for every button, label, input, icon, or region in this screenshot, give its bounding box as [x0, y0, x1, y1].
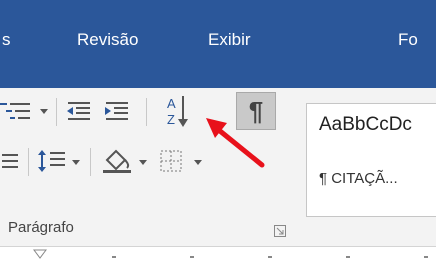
borders-button[interactable] — [154, 146, 190, 176]
justify-button[interactable] — [0, 148, 22, 176]
multilevel-list-dropdown-arrow[interactable] — [40, 109, 48, 114]
separator — [28, 148, 29, 176]
ribbon-tab-bar: s Revisão Exibir Fo — [0, 0, 436, 88]
multilevel-list-button[interactable] — [0, 97, 40, 125]
style-preview-sample: AaBbCcDc — [319, 114, 412, 135]
tab-partial-right[interactable]: Fo — [398, 30, 418, 50]
line-spacing-button[interactable] — [36, 146, 68, 176]
tab-revisao[interactable]: Revisão — [77, 30, 138, 50]
paint-bucket-icon — [103, 149, 131, 173]
tab-partial-left[interactable]: s — [2, 30, 11, 50]
red-pointer-arrow — [206, 118, 265, 168]
dialog-launcher-icon[interactable] — [274, 225, 286, 237]
decrease-indent-icon — [67, 102, 90, 120]
separator — [146, 98, 147, 126]
group-label-paragrafo: Parágrafo — [8, 219, 74, 236]
line-spacing-dropdown-arrow[interactable] — [72, 160, 80, 165]
multilevel-list-icon — [0, 103, 30, 119]
sort-button[interactable]: A Z — [160, 92, 196, 130]
ruler-markers — [33, 249, 428, 259]
borders-icon — [160, 150, 182, 172]
justify-icon — [2, 154, 18, 168]
tab-exibir[interactable]: Exibir — [208, 30, 251, 50]
svg-text:A: A — [167, 96, 176, 111]
separator — [56, 98, 57, 126]
styles-gallery[interactable]: AaBbCcDc ¶ CITAÇÃ... — [306, 103, 436, 217]
ruler — [0, 248, 436, 262]
decrease-indent-button[interactable] — [64, 97, 94, 125]
borders-dropdown-arrow[interactable] — [194, 160, 202, 165]
sort-az-icon: A Z — [167, 96, 188, 127]
separator — [90, 148, 91, 176]
line-spacing-icon — [38, 150, 65, 172]
style-name-citacao: ¶ CITAÇÃ... — [319, 170, 398, 187]
increase-indent-icon — [105, 102, 128, 120]
svg-text:Z: Z — [167, 112, 175, 127]
increase-indent-button[interactable] — [102, 97, 132, 125]
shading-dropdown-arrow[interactable] — [139, 160, 147, 165]
shading-button[interactable] — [100, 144, 136, 176]
